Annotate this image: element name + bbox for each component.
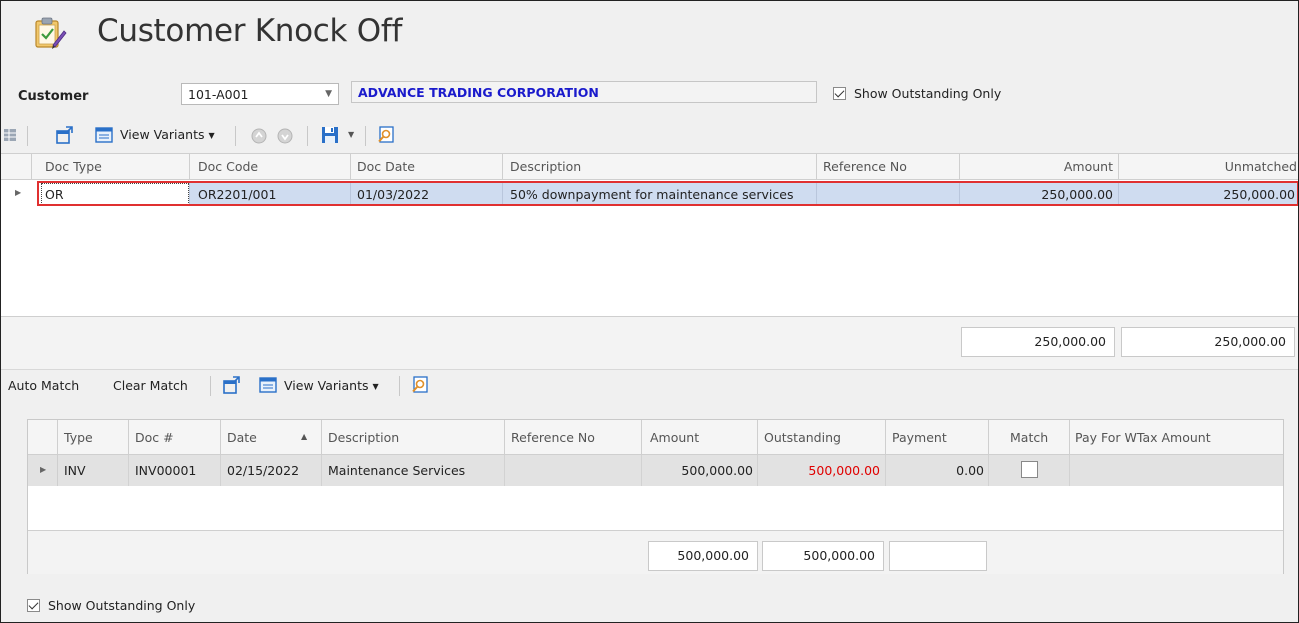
clipboard-pencil-icon	[31, 15, 67, 51]
caret-down-icon: ▼	[208, 131, 215, 140]
show-outstanding-label-bottom: Show Outstanding Only	[47, 598, 196, 613]
toolbar-bottom: Auto Match Clear Match View Variants ▼	[1, 369, 1298, 402]
clear-match-button[interactable]: Clear Match	[113, 378, 188, 393]
view-variants-icon[interactable]	[259, 377, 277, 396]
row-indicator-icon: ▶	[40, 465, 47, 474]
cell-outstanding: 500,000.00	[808, 463, 880, 478]
match-checkbox[interactable]	[1021, 461, 1038, 478]
customer-label: Customer	[18, 89, 89, 104]
col-header-payment[interactable]: Payment	[892, 430, 947, 445]
col-header-amount[interactable]: Amount	[961, 159, 1113, 174]
save-icon[interactable]	[321, 126, 339, 147]
highlight-box	[37, 181, 1298, 206]
col-header-doc-date[interactable]: Doc Date	[357, 159, 415, 174]
show-outstanding-checkbox-bottom[interactable]: Show Outstanding Only	[27, 597, 195, 613]
show-outstanding-checkbox-top[interactable]: Show Outstanding Only	[833, 85, 1001, 101]
cell-amount: 500,000.00	[681, 463, 753, 478]
col-header-outstanding[interactable]: Outstanding	[764, 430, 841, 445]
col-header-description[interactable]: Description	[328, 430, 399, 445]
total-outstanding: 500,000.00	[762, 541, 884, 571]
customer-code-value: 101-A001	[188, 87, 249, 102]
down-circle-icon[interactable]	[277, 128, 293, 147]
documents-grid-header: Doc Type Doc Code Doc Date Description R…	[1, 154, 1298, 180]
col-header-amount[interactable]: Amount	[650, 430, 699, 445]
col-header-description[interactable]: Description	[510, 159, 581, 174]
col-header-doc-no[interactable]: Doc #	[135, 430, 174, 445]
customer-name-value: ADVANCE TRADING CORPORATION	[358, 85, 599, 100]
documents-grid-footer: 250,000.00 250,000.00	[1, 316, 1298, 369]
cell-date: 02/15/2022	[227, 463, 300, 478]
dropdown-arrow-icon[interactable]: ▼	[348, 130, 354, 139]
view-variants-button[interactable]: View Variants ▼	[284, 378, 379, 393]
cell-doc-no: INV00001	[135, 463, 197, 478]
col-header-type[interactable]: Type	[64, 430, 93, 445]
table-row[interactable]: ▶ OR OR2201/001 01/03/2022 50% downpayme…	[1, 180, 1298, 208]
find-icon[interactable]	[411, 376, 429, 397]
sort-ascending-icon[interactable]: ▲	[301, 432, 307, 441]
total-amount: 500,000.00	[648, 541, 758, 571]
col-header-unmatched[interactable]: Unmatched	[1121, 159, 1297, 174]
up-circle-icon[interactable]	[251, 128, 267, 147]
customer-code-combo[interactable]: 101-A001 ▼	[181, 83, 339, 105]
checkbox-icon[interactable]	[833, 87, 846, 100]
col-header-match[interactable]: Match	[1010, 430, 1048, 445]
customer-name-field: ADVANCE TRADING CORPORATION	[351, 81, 817, 103]
invoices-grid-header: Type Doc # Date ▲ Description Reference …	[28, 420, 1283, 455]
col-header-doc-code[interactable]: Doc Code	[198, 159, 258, 174]
col-header-doc-type[interactable]: Doc Type	[45, 159, 102, 174]
new-window-icon[interactable]	[222, 375, 242, 398]
invoices-grid: Type Doc # Date ▲ Description Reference …	[27, 419, 1284, 574]
cell-description: Maintenance Services	[328, 463, 466, 478]
col-header-reference-no[interactable]: Reference No	[511, 430, 595, 445]
cell-type: INV	[64, 463, 86, 478]
show-outstanding-label-top: Show Outstanding Only	[853, 86, 1002, 101]
col-header-reference-no[interactable]: Reference No	[823, 159, 907, 174]
new-window-icon[interactable]	[55, 125, 75, 148]
auto-match-button[interactable]: Auto Match	[8, 378, 79, 393]
table-row[interactable]: ▶ INV INV00001 02/15/2022 Maintenance Se…	[28, 455, 1283, 486]
chevron-down-icon[interactable]: ▼	[325, 89, 332, 99]
view-variants-icon[interactable]	[95, 127, 113, 146]
total-amount: 250,000.00	[961, 327, 1115, 357]
col-header-pay-for-wtax[interactable]: Pay For WTax Amount	[1075, 430, 1211, 445]
page-title: Customer Knock Off	[97, 13, 403, 49]
toolbar-top: View Variants ▼ ▼	[1, 121, 1298, 151]
row-indicator-icon: ▶	[15, 188, 22, 197]
caret-down-icon: ▼	[372, 382, 379, 391]
cell-payment[interactable]: 0.00	[886, 463, 984, 478]
total-payment	[889, 541, 987, 571]
col-header-date[interactable]: Date	[227, 430, 257, 445]
documents-grid: Doc Type Doc Code Doc Date Description R…	[1, 153, 1298, 317]
view-variants-button[interactable]: View Variants ▼	[120, 127, 215, 142]
total-unmatched: 250,000.00	[1121, 327, 1295, 357]
customer-knock-off-window: Customer Knock Off Customer 101-A001 ▼ A…	[0, 0, 1299, 623]
find-icon[interactable]	[377, 126, 395, 147]
checkbox-icon[interactable]	[27, 599, 40, 612]
invoices-grid-footer: 500,000.00 500,000.00	[28, 530, 1283, 574]
grid-icon[interactable]	[3, 127, 17, 146]
